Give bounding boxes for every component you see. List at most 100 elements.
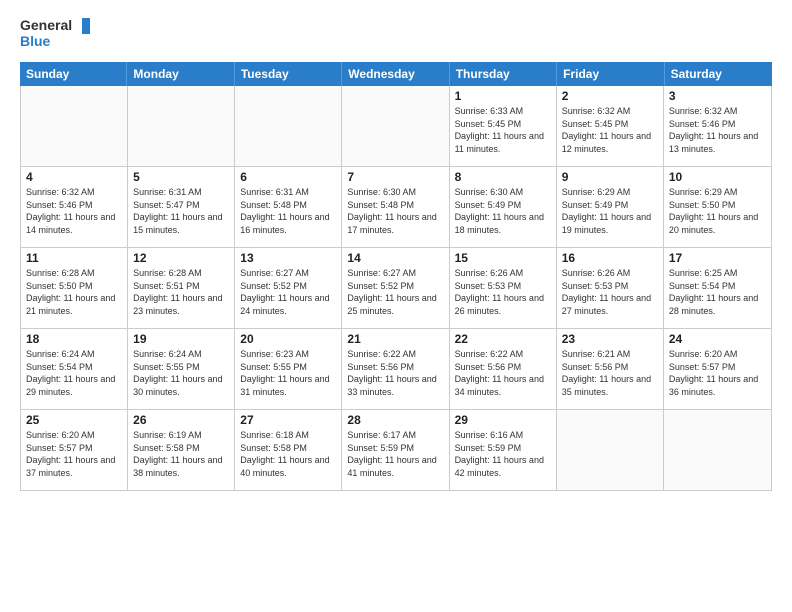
day-info: Sunrise: 6:32 AM Sunset: 5:46 PM Dayligh… bbox=[669, 105, 766, 155]
day-number: 29 bbox=[455, 413, 551, 427]
day-info: Sunrise: 6:31 AM Sunset: 5:48 PM Dayligh… bbox=[240, 186, 336, 236]
day-number: 7 bbox=[347, 170, 443, 184]
calendar-day-1: 1 Sunrise: 6:33 AM Sunset: 5:45 PM Daylig… bbox=[450, 86, 557, 166]
calendar-day-5: 5 Sunrise: 6:31 AM Sunset: 5:47 PM Daylig… bbox=[128, 167, 235, 247]
day-number: 11 bbox=[26, 251, 122, 265]
day-info: Sunrise: 6:27 AM Sunset: 5:52 PM Dayligh… bbox=[240, 267, 336, 317]
day-info: Sunrise: 6:17 AM Sunset: 5:59 PM Dayligh… bbox=[347, 429, 443, 479]
day-number: 9 bbox=[562, 170, 658, 184]
day-number: 21 bbox=[347, 332, 443, 346]
day-info: Sunrise: 6:26 AM Sunset: 5:53 PM Dayligh… bbox=[562, 267, 658, 317]
day-number: 1 bbox=[455, 89, 551, 103]
calendar-week-4: 18 Sunrise: 6:24 AM Sunset: 5:54 PM Dayli… bbox=[21, 329, 771, 410]
calendar-day-12: 12 Sunrise: 6:28 AM Sunset: 5:51 PM Dayli… bbox=[128, 248, 235, 328]
calendar-day-18: 18 Sunrise: 6:24 AM Sunset: 5:54 PM Dayli… bbox=[21, 329, 128, 409]
page-header: General Blue bbox=[20, 16, 772, 52]
calendar-day-4: 4Sunrise: 6:32 AM Sunset: 5:46 PM Daylig… bbox=[21, 167, 128, 247]
day-number: 10 bbox=[669, 170, 766, 184]
calendar-day-28: 28Sunrise: 6:17 AM Sunset: 5:59 PM Dayli… bbox=[342, 410, 449, 490]
calendar-day-21: 21 Sunrise: 6:22 AM Sunset: 5:56 PM Dayli… bbox=[342, 329, 449, 409]
logo-svg: General Blue bbox=[20, 16, 90, 52]
day-number: 5 bbox=[133, 170, 229, 184]
calendar-day-23: 23Sunrise: 6:21 AM Sunset: 5:56 PM Dayli… bbox=[557, 329, 664, 409]
calendar-week-1: 1 Sunrise: 6:33 AM Sunset: 5:45 PM Daylig… bbox=[21, 86, 771, 167]
day-info: Sunrise: 6:24 AM Sunset: 5:54 PM Dayligh… bbox=[26, 348, 122, 398]
calendar: SundayMondayTuesdayWednesdayThursdayFrid… bbox=[20, 62, 772, 602]
day-number: 14 bbox=[347, 251, 443, 265]
day-info: Sunrise: 6:31 AM Sunset: 5:47 PM Dayligh… bbox=[133, 186, 229, 236]
day-number: 27 bbox=[240, 413, 336, 427]
svg-text:General: General bbox=[20, 17, 72, 33]
day-header-sunday: Sunday bbox=[20, 62, 127, 86]
day-number: 26 bbox=[133, 413, 229, 427]
day-number: 17 bbox=[669, 251, 766, 265]
calendar-empty-cell bbox=[342, 86, 449, 166]
day-info: Sunrise: 6:29 AM Sunset: 5:49 PM Dayligh… bbox=[562, 186, 658, 236]
day-info: Sunrise: 6:28 AM Sunset: 5:51 PM Dayligh… bbox=[133, 267, 229, 317]
day-number: 16 bbox=[562, 251, 658, 265]
day-info: Sunrise: 6:23 AM Sunset: 5:55 PM Dayligh… bbox=[240, 348, 336, 398]
calendar-day-20: 20 Sunrise: 6:23 AM Sunset: 5:55 PM Dayli… bbox=[235, 329, 342, 409]
calendar-empty-cell bbox=[21, 86, 128, 166]
calendar-day-24: 24 Sunrise: 6:20 AM Sunset: 5:57 PM Dayli… bbox=[664, 329, 771, 409]
calendar-body: 1 Sunrise: 6:33 AM Sunset: 5:45 PM Daylig… bbox=[21, 86, 771, 490]
day-number: 13 bbox=[240, 251, 336, 265]
calendar-day-25: 25 Sunrise: 6:20 AM Sunset: 5:57 PM Dayli… bbox=[21, 410, 128, 490]
day-info: Sunrise: 6:18 AM Sunset: 5:58 PM Dayligh… bbox=[240, 429, 336, 479]
calendar-day-7: 7 Sunrise: 6:30 AM Sunset: 5:48 PM Daylig… bbox=[342, 167, 449, 247]
day-header-wednesday: Wednesday bbox=[342, 62, 449, 86]
day-info: Sunrise: 6:20 AM Sunset: 5:57 PM Dayligh… bbox=[26, 429, 122, 479]
day-number: 2 bbox=[562, 89, 658, 103]
calendar-week-5: 25 Sunrise: 6:20 AM Sunset: 5:57 PM Dayli… bbox=[21, 410, 771, 490]
calendar-empty-cell bbox=[664, 410, 771, 490]
calendar-day-16: 16 Sunrise: 6:26 AM Sunset: 5:53 PM Dayli… bbox=[557, 248, 664, 328]
day-number: 3 bbox=[669, 89, 766, 103]
day-info: Sunrise: 6:19 AM Sunset: 5:58 PM Dayligh… bbox=[133, 429, 229, 479]
calendar-day-8: 8 Sunrise: 6:30 AM Sunset: 5:49 PM Daylig… bbox=[450, 167, 557, 247]
day-info: Sunrise: 6:22 AM Sunset: 5:56 PM Dayligh… bbox=[455, 348, 551, 398]
day-number: 4 bbox=[26, 170, 122, 184]
calendar-day-9: 9 Sunrise: 6:29 AM Sunset: 5:49 PM Daylig… bbox=[557, 167, 664, 247]
day-number: 19 bbox=[133, 332, 229, 346]
day-info: Sunrise: 6:22 AM Sunset: 5:56 PM Dayligh… bbox=[347, 348, 443, 398]
day-info: Sunrise: 6:30 AM Sunset: 5:49 PM Dayligh… bbox=[455, 186, 551, 236]
day-header-friday: Friday bbox=[557, 62, 664, 86]
calendar-day-13: 13 Sunrise: 6:27 AM Sunset: 5:52 PM Dayli… bbox=[235, 248, 342, 328]
svg-text:Blue: Blue bbox=[20, 33, 51, 49]
day-number: 18 bbox=[26, 332, 122, 346]
day-number: 22 bbox=[455, 332, 551, 346]
day-number: 20 bbox=[240, 332, 336, 346]
calendar-day-11: 11Sunrise: 6:28 AM Sunset: 5:50 PM Dayli… bbox=[21, 248, 128, 328]
calendar-day-3: 3 Sunrise: 6:32 AM Sunset: 5:46 PM Daylig… bbox=[664, 86, 771, 166]
calendar-day-6: 6Sunrise: 6:31 AM Sunset: 5:48 PM Daylig… bbox=[235, 167, 342, 247]
calendar-day-29: 29Sunrise: 6:16 AM Sunset: 5:59 PM Dayli… bbox=[450, 410, 557, 490]
day-info: Sunrise: 6:27 AM Sunset: 5:52 PM Dayligh… bbox=[347, 267, 443, 317]
calendar-header-row: SundayMondayTuesdayWednesdayThursdayFrid… bbox=[20, 62, 772, 86]
day-number: 23 bbox=[562, 332, 658, 346]
calendar-day-14: 14 Sunrise: 6:27 AM Sunset: 5:52 PM Dayli… bbox=[342, 248, 449, 328]
calendar-empty-cell bbox=[557, 410, 664, 490]
calendar-day-26: 26 Sunrise: 6:19 AM Sunset: 5:58 PM Dayli… bbox=[128, 410, 235, 490]
calendar-empty-cell bbox=[128, 86, 235, 166]
day-number: 8 bbox=[455, 170, 551, 184]
calendar-day-22: 22 Sunrise: 6:22 AM Sunset: 5:56 PM Dayli… bbox=[450, 329, 557, 409]
day-info: Sunrise: 6:32 AM Sunset: 5:45 PM Dayligh… bbox=[562, 105, 658, 155]
day-number: 15 bbox=[455, 251, 551, 265]
day-header-saturday: Saturday bbox=[665, 62, 772, 86]
day-info: Sunrise: 6:30 AM Sunset: 5:48 PM Dayligh… bbox=[347, 186, 443, 236]
day-number: 24 bbox=[669, 332, 766, 346]
calendar-day-10: 10 Sunrise: 6:29 AM Sunset: 5:50 PM Dayli… bbox=[664, 167, 771, 247]
day-info: Sunrise: 6:33 AM Sunset: 5:45 PM Dayligh… bbox=[455, 105, 551, 155]
calendar-week-2: 4Sunrise: 6:32 AM Sunset: 5:46 PM Daylig… bbox=[21, 167, 771, 248]
day-info: Sunrise: 6:29 AM Sunset: 5:50 PM Dayligh… bbox=[669, 186, 766, 236]
calendar-day-2: 2 Sunrise: 6:32 AM Sunset: 5:45 PM Daylig… bbox=[557, 86, 664, 166]
day-number: 25 bbox=[26, 413, 122, 427]
day-info: Sunrise: 6:20 AM Sunset: 5:57 PM Dayligh… bbox=[669, 348, 766, 398]
day-info: Sunrise: 6:24 AM Sunset: 5:55 PM Dayligh… bbox=[133, 348, 229, 398]
day-header-thursday: Thursday bbox=[450, 62, 557, 86]
day-header-monday: Monday bbox=[127, 62, 234, 86]
calendar-day-27: 27 Sunrise: 6:18 AM Sunset: 5:58 PM Dayli… bbox=[235, 410, 342, 490]
calendar-day-19: 19 Sunrise: 6:24 AM Sunset: 5:55 PM Dayli… bbox=[128, 329, 235, 409]
calendar-body-outer: 1 Sunrise: 6:33 AM Sunset: 5:45 PM Daylig… bbox=[20, 86, 772, 491]
day-number: 12 bbox=[133, 251, 229, 265]
